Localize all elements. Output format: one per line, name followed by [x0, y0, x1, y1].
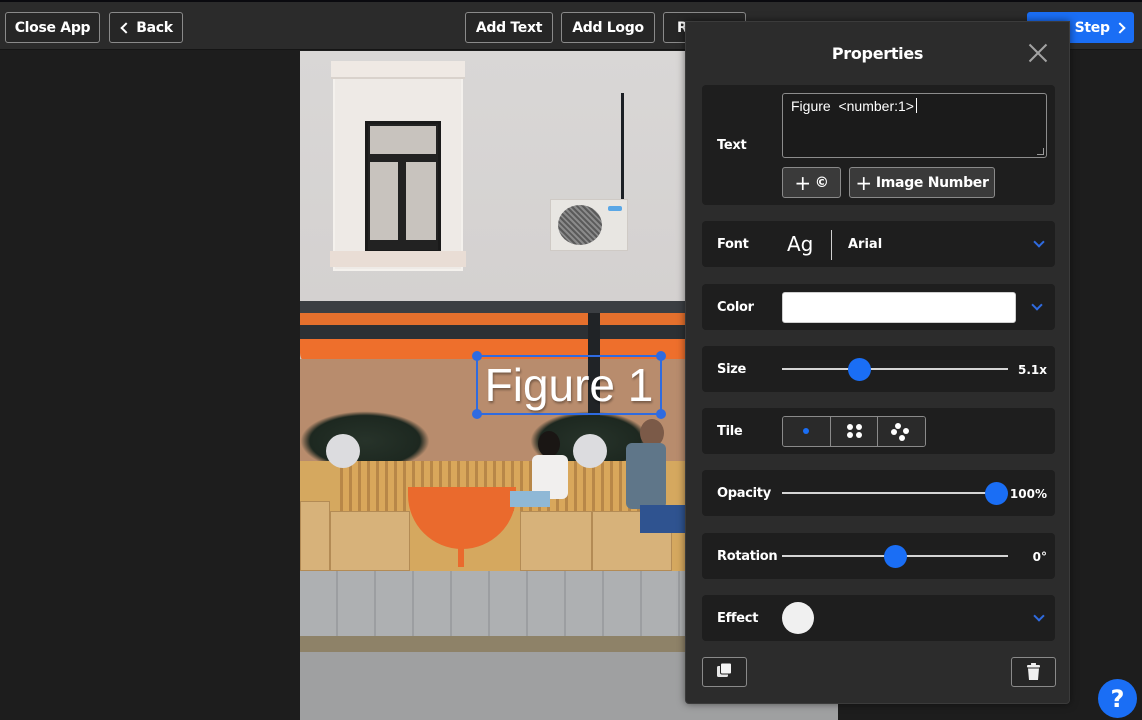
photo-person — [510, 431, 576, 551]
plus-icon: + — [855, 170, 872, 195]
rotation-label: Rotation — [717, 549, 778, 564]
chevron-right-icon — [1114, 21, 1126, 34]
photo-person — [612, 419, 692, 559]
opacity-value: 100% — [1009, 487, 1047, 501]
overlay-text: Figure 1 — [484, 359, 654, 411]
resize-handle-top-left[interactable] — [472, 351, 482, 361]
panel-title: Properties — [831, 44, 924, 63]
copyright-label: © — [814, 174, 829, 191]
font-divider — [831, 230, 832, 260]
duplicate-button[interactable] — [702, 657, 747, 687]
effect-swatch[interactable] — [782, 602, 814, 634]
diamond-dots-icon — [895, 423, 902, 429]
add-text-button[interactable]: Add Text — [465, 12, 553, 43]
app-root: Close App Back Add Text Add Logo R Next … — [0, 0, 1142, 720]
image-number-label: Image Number — [875, 174, 989, 191]
font-label: Font — [717, 237, 749, 252]
help-icon: ? — [1110, 684, 1125, 713]
add-copyright-button[interactable]: + © — [782, 167, 841, 198]
chevron-down-icon[interactable] — [1033, 236, 1045, 248]
back-label: Back — [136, 19, 173, 36]
rotation-slider[interactable] — [782, 545, 1008, 568]
text-row: Text Figure <number:1> + © + Image Numbe… — [702, 85, 1055, 205]
add-logo-button[interactable]: Add Logo — [561, 12, 655, 43]
font-row[interactable]: Font Ag Arial — [702, 221, 1055, 267]
chevron-left-icon — [120, 21, 132, 34]
plus-icon: + — [794, 170, 811, 195]
opacity-slider[interactable] — [782, 482, 1008, 505]
grid-dots-icon — [846, 424, 853, 430]
slider-track — [782, 492, 996, 494]
chevron-down-icon[interactable] — [1031, 299, 1043, 311]
opacity-label: Opacity — [717, 486, 771, 501]
tile-label: Tile — [717, 424, 743, 439]
resize-grip-icon[interactable] — [1037, 148, 1044, 155]
photo-ac-unit — [550, 199, 628, 251]
slider-thumb[interactable] — [847, 358, 871, 381]
slider-thumb[interactable] — [884, 545, 907, 568]
font-preview: Ag — [787, 232, 814, 256]
back-button[interactable]: Back — [109, 12, 183, 43]
tile-grid-option[interactable] — [830, 417, 879, 446]
add-image-number-button[interactable]: + Image Number — [849, 167, 995, 198]
size-value: 5.1x — [1018, 363, 1047, 377]
close-icon[interactable] — [1027, 42, 1049, 64]
effect-label: Effect — [717, 611, 759, 626]
text-input-value: Figure <number:1> — [791, 98, 914, 114]
color-label: Color — [717, 300, 754, 315]
text-caret — [915, 98, 917, 113]
resize-handle-bottom-right[interactable] — [656, 409, 666, 419]
chevron-down-icon[interactable] — [1033, 610, 1045, 622]
font-selected: Arial — [848, 237, 883, 252]
add-logo-label: Add Logo — [572, 19, 644, 36]
add-text-label: Add Text — [475, 19, 543, 36]
color-swatch[interactable] — [782, 292, 1016, 323]
help-button[interactable]: ? — [1098, 679, 1137, 718]
rotation-row: Rotation 0° — [702, 533, 1055, 579]
duplicate-icon — [717, 662, 732, 677]
rotation-value: 0° — [1032, 550, 1047, 564]
resize-handle-bottom-left[interactable] — [472, 409, 482, 419]
tile-row: Tile — [702, 408, 1055, 454]
effect-row[interactable]: Effect — [702, 595, 1055, 641]
trash-icon — [1027, 663, 1040, 680]
size-slider[interactable] — [782, 358, 1008, 381]
tile-single-option[interactable] — [783, 417, 831, 446]
size-label: Size — [717, 362, 747, 377]
photo-window — [331, 61, 465, 271]
delete-button[interactable] — [1011, 657, 1056, 687]
text-label: Text — [717, 138, 747, 153]
tile-diamond-option[interactable] — [878, 417, 925, 446]
size-row: Size 5.1x — [702, 346, 1055, 392]
properties-panel: Properties Text Figure <number:1> + © + … — [685, 21, 1070, 704]
opacity-row: Opacity 100% — [702, 470, 1055, 516]
tile-options — [782, 416, 926, 447]
resize-handle-top-right[interactable] — [656, 351, 666, 361]
slider-thumb[interactable] — [985, 482, 1008, 505]
color-row: Color — [702, 284, 1055, 330]
close-app-button[interactable]: Close App — [5, 12, 100, 43]
slider-track — [782, 368, 1008, 370]
close-app-label: Close App — [14, 19, 91, 36]
single-dot-icon — [803, 428, 809, 434]
text-overlay-selection[interactable]: Figure 1 — [472, 351, 666, 419]
text-input[interactable]: Figure <number:1> — [782, 93, 1047, 158]
